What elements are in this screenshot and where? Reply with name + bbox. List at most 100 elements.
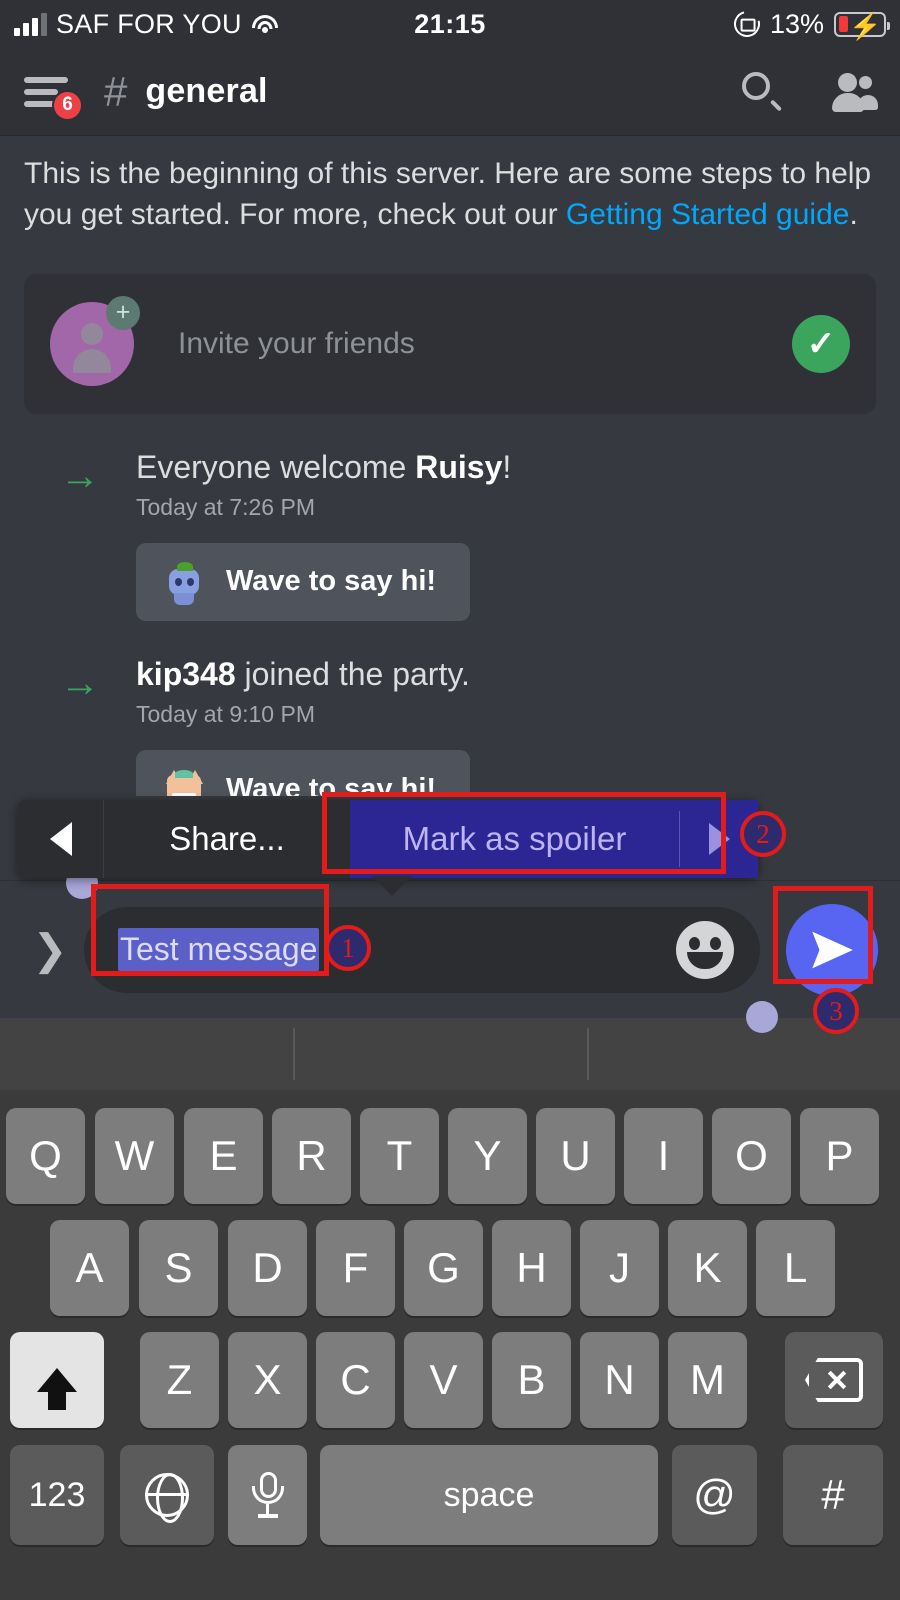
key-g[interactable]: G [404,1220,483,1316]
join-arrow-icon: → [60,453,100,498]
key-at[interactable]: @ [672,1445,757,1545]
battery-charging-icon: ⚡ [834,11,890,40]
hash-icon: # [104,67,128,115]
message-input-bar: ❯ Test message [0,866,900,1033]
context-menu-prev-button[interactable] [18,800,104,878]
key-microphone[interactable] [228,1445,307,1545]
send-icon [812,931,853,968]
emoji-picker-button[interactable] [676,920,734,979]
key-u[interactable]: U [536,1108,615,1204]
key-k[interactable]: K [668,1220,747,1316]
annotation-marker-1: 1 [325,925,371,971]
key-x[interactable]: X [228,1332,307,1428]
shift-icon [37,1368,77,1410]
message-input-selected-text[interactable]: Test message [118,928,320,971]
status-bar-right: 13% ⚡ [729,6,900,42]
key-h[interactable]: H [492,1220,571,1316]
globe-icon [144,1472,189,1523]
message-timestamp: Today at 7:26 PM [136,493,315,520]
suggestion-divider [587,1028,589,1080]
key-f[interactable]: F [316,1220,395,1316]
key-language-globe[interactable] [120,1445,214,1545]
key-numbers[interactable]: 123 [10,1445,104,1545]
system-message-row: → Everyone welcome Ruisy! Today at 7:26 … [0,448,900,621]
invite-avatar-icon: + [50,295,140,386]
context-menu-item-share[interactable]: Share... [104,820,350,858]
members-icon[interactable] [830,72,878,112]
join-arrow-icon: → [60,660,100,705]
on-screen-keyboard[interactable]: Q W E R T Y U I O P A S D F G H J K L Z … [0,1090,900,1600]
key-e[interactable]: E [184,1108,263,1204]
annotation-marker-3: 3 [813,988,859,1034]
triangle-right-icon [708,823,730,855]
msg-text-after: joined the party. [235,655,470,692]
key-p[interactable]: P [800,1108,879,1204]
key-shift[interactable] [10,1332,104,1428]
key-b[interactable]: B [492,1332,571,1428]
battery-percent-label: 13% [769,8,824,39]
monster-sprite-icon [162,766,206,796]
text-edit-context-menu[interactable]: Share... Mark as spoiler [18,800,758,878]
robot-sprite-icon [162,559,206,605]
key-q[interactable]: Q [6,1108,85,1204]
key-t[interactable]: T [360,1108,439,1204]
invite-complete-check-icon: ✓ [792,314,850,373]
msg-username[interactable]: Ruisy [415,449,502,485]
system-message-text: kip348 joined the party. [136,655,470,693]
menu-button[interactable]: 6 [22,69,83,121]
invite-friends-card[interactable]: + Invite your friends ✓ [24,273,876,414]
key-l[interactable]: L [756,1220,835,1316]
key-i[interactable]: I [624,1108,703,1204]
context-menu-pointer [372,876,412,896]
getting-started-link[interactable]: Getting Started guide [566,198,850,231]
chat-scroll-area[interactable]: This is the beginning of this server. He… [0,136,900,796]
key-d[interactable]: D [228,1220,307,1316]
plus-icon: + [106,295,140,330]
key-c[interactable]: C [316,1332,395,1428]
wave-to-say-hi-button[interactable]: Wave to say hi! [136,542,471,621]
key-m[interactable]: M [668,1332,747,1428]
send-button[interactable] [786,903,878,996]
wave-button-label: Wave to say hi! [226,565,437,598]
status-bar: SAF FOR YOU 21:15 13% ⚡ [0,0,900,48]
key-r[interactable]: R [272,1108,351,1204]
msg-username[interactable]: kip348 [136,656,236,692]
expand-actions-chevron-icon[interactable]: ❯ [22,928,78,971]
key-w[interactable]: W [95,1108,174,1204]
search-icon[interactable] [742,71,783,112]
key-y[interactable]: Y [448,1108,527,1204]
intro-text-after: . [849,197,858,231]
msg-text-before: Everyone welcome [136,448,416,485]
context-menu-item-mark-as-spoiler[interactable]: Mark as spoiler [350,800,758,878]
invite-card-label: Invite your friends [178,326,415,360]
message-timestamp: Today at 9:10 PM [136,701,315,728]
key-v[interactable]: V [404,1332,483,1428]
message-input-field[interactable]: Test message [66,866,778,1033]
key-a[interactable]: A [50,1220,129,1316]
microphone-icon [250,1472,286,1518]
key-hash[interactable]: # [783,1445,883,1545]
key-space[interactable]: space [320,1445,658,1545]
backspace-icon [805,1358,863,1402]
channel-header: 6 # general [0,48,900,136]
key-s[interactable]: S [139,1220,218,1316]
key-backspace[interactable] [785,1332,883,1428]
msg-text-after: ! [502,448,512,485]
channel-header-actions [742,71,878,112]
key-n[interactable]: N [580,1332,659,1428]
annotation-marker-2: 2 [740,811,786,857]
key-j[interactable]: J [580,1220,659,1316]
channel-name: general [145,72,268,110]
server-intro-text: This is the beginning of this server. He… [0,136,900,236]
triangle-left-icon [49,822,72,856]
unread-badge: 6 [52,89,83,121]
wave-button-label: Wave to say hi! [226,772,437,796]
selection-handle-end[interactable] [746,1000,778,1033]
system-message-row: → kip348 joined the party. Today at 9:10… [0,655,900,796]
suggestion-divider [293,1028,295,1080]
rotation-lock-icon [729,6,765,42]
key-o[interactable]: O [712,1108,791,1204]
wave-to-say-hi-button[interactable]: Wave to say hi! [136,750,471,796]
system-message-text: Everyone welcome Ruisy! [136,448,511,486]
key-z[interactable]: Z [140,1332,219,1428]
